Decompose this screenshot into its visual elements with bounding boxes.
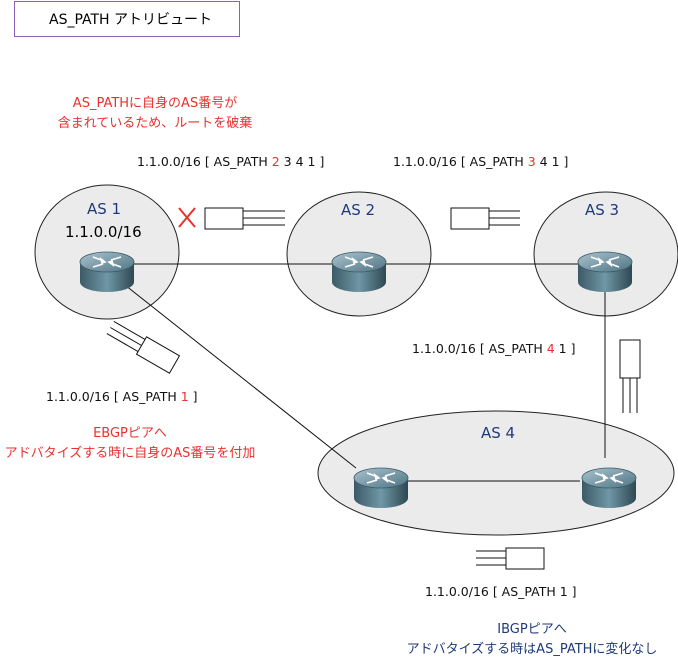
route-label-text: 1 ] xyxy=(554,341,576,356)
router-icon-as4-left xyxy=(353,467,409,509)
router-icon-as3 xyxy=(577,251,633,293)
route-label-added-as: 4 xyxy=(546,341,555,356)
ebgp-note: EBGPピアへ アドバタイズする時に自身のAS番号を付加 xyxy=(0,424,260,464)
route-label-as4-advert: 1.1.0.0/16 [ AS_PATH 4 1 ] xyxy=(412,341,575,356)
as1-label: AS 1 xyxy=(87,200,122,218)
route-label-as4-ibgp: 1.1.0.0/16 [ AS_PATH 1 ] xyxy=(425,584,577,599)
route-label-text: 3 4 1 ] xyxy=(279,154,325,169)
as1-prefix: 1.1.0.0/16 xyxy=(65,223,142,241)
packet-icon-to-as1-ebgp xyxy=(106,321,181,374)
ibgp-note-line1: IBGPピアへ xyxy=(497,622,567,637)
packet-icon-to-as3 xyxy=(619,339,641,413)
discard-note-line2: 含まれているため、ルートを破棄 xyxy=(57,116,253,131)
ibgp-note-line2: アドバタイズする時はAS_PATHに変化なし xyxy=(406,642,658,657)
reject-x-icon xyxy=(178,207,196,228)
as4-label: AS 4 xyxy=(481,424,516,442)
route-label-added-as: 1 xyxy=(180,389,189,404)
route-label-added-as: 2 xyxy=(271,154,280,169)
route-label-as1-advert: 1.1.0.0/16 [ AS_PATH 1 ] xyxy=(46,389,198,404)
route-label-text: ] xyxy=(188,389,198,404)
route-label-as2-advert: 1.1.0.0/16 [ AS_PATH 2 3 4 1 ] xyxy=(137,154,324,169)
packet-icon-to-as4-internal xyxy=(476,547,545,570)
discard-note-line1: AS_PATHに自身のAS番号が xyxy=(72,96,238,111)
route-label-text: 4 1 ] xyxy=(535,154,569,169)
route-label-added-as: 3 xyxy=(527,154,536,169)
route-label-text: 1.1.0.0/16 [ AS_PATH xyxy=(46,389,181,404)
router-icon-as1 xyxy=(79,251,135,293)
ebgp-note-line2: アドバタイズする時に自身のAS番号を付加 xyxy=(4,446,256,461)
route-label-text: 1.1.0.0/16 [ AS_PATH xyxy=(137,154,272,169)
route-label-text: 1.1.0.0/16 [ AS_PATH 1 ] xyxy=(425,584,577,599)
as3-label: AS 3 xyxy=(585,201,620,219)
route-label-as3-advert: 1.1.0.0/16 [ AS_PATH 3 4 1 ] xyxy=(393,154,568,169)
ibgp-note: IBGPピアへ アドバタイズする時はAS_PATHに変化なし xyxy=(392,620,672,660)
route-label-text: 1.1.0.0/16 [ AS_PATH xyxy=(412,341,547,356)
diagram-title: AS_PATH アトリビュート xyxy=(14,1,240,37)
router-icon-as2 xyxy=(331,251,387,293)
title-text: AS_PATH アトリビュート xyxy=(49,12,213,28)
router-icon-as4-right xyxy=(581,467,637,509)
as2-label: AS 2 xyxy=(341,201,376,219)
ebgp-note-line1: EBGPピアへ xyxy=(93,426,167,441)
route-label-text: 1.1.0.0/16 [ AS_PATH xyxy=(393,154,528,169)
packet-icon-to-as1 xyxy=(204,207,285,230)
packet-icon-to-as2 xyxy=(450,207,520,230)
discard-note: AS_PATHに自身のAS番号が 含まれているため、ルートを破棄 xyxy=(40,94,270,134)
